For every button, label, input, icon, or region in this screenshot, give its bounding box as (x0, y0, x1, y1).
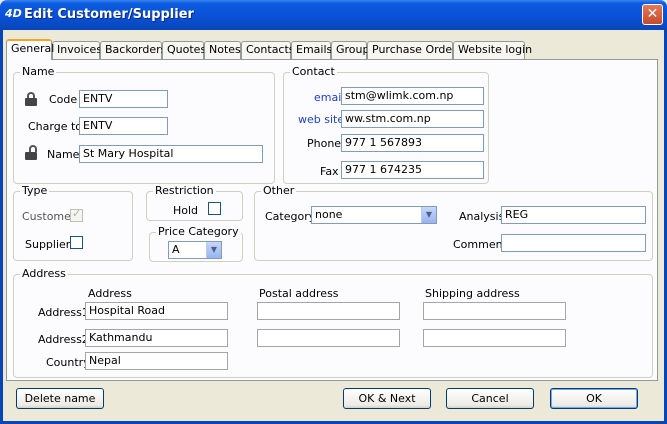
customer-checkbox[interactable]: ✓ (70, 207, 83, 222)
code-label: Code (49, 93, 78, 106)
email-label[interactable]: email (314, 91, 344, 104)
postal-address1-field[interactable] (257, 302, 400, 320)
other-group-title: Other (261, 184, 297, 197)
supplier-checkbox[interactable] (70, 236, 83, 249)
phone-field[interactable]: 977 1 567893 (341, 134, 484, 152)
email-field[interactable]: stm@wlimk.com.np (341, 87, 484, 105)
category-label: Category (265, 210, 316, 223)
address-column-header: Address (88, 287, 132, 300)
window-border-left (0, 30, 3, 424)
chevron-down-icon[interactable]: ▼ (421, 207, 436, 223)
analysis-label: Analysis (459, 210, 505, 223)
ok-next-button[interactable]: OK & Next (343, 388, 431, 409)
fax-label: Fax (320, 165, 339, 178)
analysis-field[interactable]: REG (501, 206, 646, 224)
tab-contacts[interactable]: Contacts (241, 41, 295, 59)
tab-invoices[interactable]: Invoices (52, 41, 102, 59)
tab-general[interactable]: General (6, 39, 54, 60)
chevron-down-icon[interactable]: ▼ (206, 242, 221, 258)
hold-label: Hold (173, 204, 199, 217)
name-field[interactable]: St Mary Hospital (79, 145, 263, 163)
name-label: Name (47, 148, 80, 161)
check-icon: ✓ (72, 207, 82, 220)
price-category-select[interactable]: A ▼ (168, 241, 222, 259)
phone-label: Phone (307, 137, 342, 150)
customer-label: Customer (22, 210, 76, 223)
tab-backorders[interactable]: Backorders (100, 41, 166, 59)
ok-button[interactable]: OK (550, 388, 638, 409)
address-group-title: Address (20, 267, 68, 280)
type-group-title: Type (20, 184, 50, 197)
hold-checkbox[interactable] (208, 202, 221, 215)
tab-group[interactable]: Group (331, 41, 370, 59)
tab-quotes[interactable]: Quotes (162, 41, 206, 59)
close-button[interactable]: ✕ (642, 4, 663, 25)
comment-field[interactable] (501, 234, 646, 252)
price-category-group-title: Price Category (156, 225, 241, 238)
tab-purchase-orders[interactable]: Purchase Orders (367, 41, 462, 59)
tab-website-login[interactable]: Website login (453, 41, 532, 59)
address2-label: Address2 (38, 333, 89, 346)
website-field[interactable]: ww.stm.com.np (341, 110, 484, 128)
shipping-address-column-header: Shipping address (425, 287, 520, 300)
fax-field[interactable]: 977 1 674235 (341, 161, 484, 179)
tab-panel-general: Name Code ENTV Charge to ENTV Name St Ma… (6, 59, 658, 381)
code-field[interactable]: ENTV (79, 90, 168, 108)
shipping-address2-field[interactable] (423, 329, 566, 347)
app-logo-icon: 4D (5, 7, 22, 20)
address1-label: Address1 (38, 306, 89, 319)
postal-address-column-header: Postal address (259, 287, 339, 300)
shipping-address1-field[interactable] (423, 302, 566, 320)
category-select[interactable]: none ▼ (311, 206, 437, 224)
price-category-value: A (172, 243, 180, 256)
tab-notes[interactable]: Notes (204, 41, 241, 59)
category-value: none (315, 208, 343, 221)
window-title: Edit Customer/Supplier (24, 7, 194, 22)
address2-field[interactable]: Kathmandu (85, 329, 228, 347)
delete-name-button[interactable]: Delete name (16, 388, 104, 409)
supplier-label: Supplier (25, 238, 71, 251)
cancel-button[interactable]: Cancel (446, 388, 534, 409)
close-icon: ✕ (646, 6, 659, 22)
postal-address2-field[interactable] (257, 329, 400, 347)
tab-emails[interactable]: Emails (291, 41, 332, 59)
charge-to-field[interactable]: ENTV (79, 117, 168, 135)
title-bar[interactable]: 4D Edit Customer/Supplier ✕ (0, 0, 667, 30)
comment-label: Comment (453, 238, 507, 251)
address1-field[interactable]: Hospital Road (85, 302, 228, 320)
unlock-icon[interactable] (24, 145, 38, 160)
website-label[interactable]: web site (298, 113, 344, 126)
restriction-group-title: Restriction (153, 184, 216, 197)
contact-group-title: Contact (290, 65, 337, 78)
lock-icon[interactable] (24, 92, 38, 106)
country-label: Country (46, 356, 90, 369)
charge-to-label: Charge to (28, 120, 83, 133)
name-group-title: Name (20, 65, 57, 78)
country-field[interactable]: Nepal (85, 352, 228, 370)
